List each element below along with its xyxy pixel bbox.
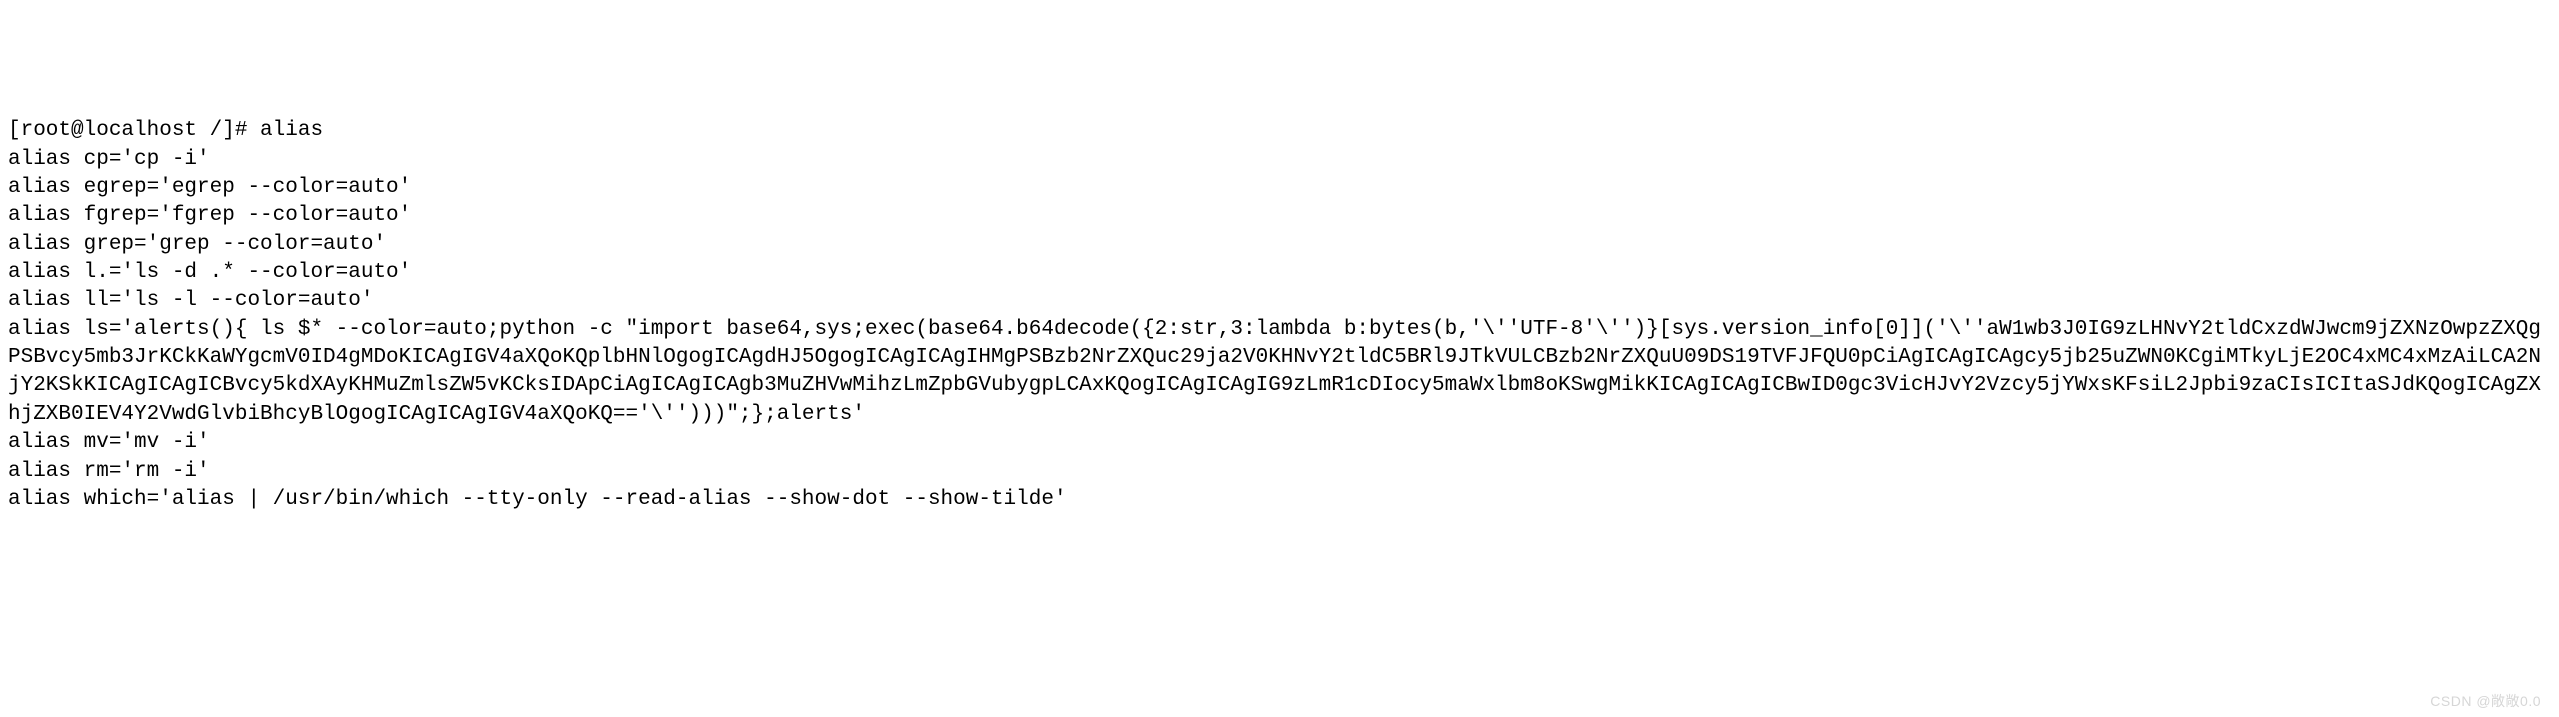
typed-command: alias bbox=[260, 119, 323, 142]
shell-prompt: [root@localhost /]# bbox=[8, 119, 260, 142]
terminal-output: [root@localhost /]# aliasalias cp='cp -i… bbox=[8, 117, 2551, 514]
alias-line: alias which='alias | /usr/bin/which --tt… bbox=[8, 486, 2551, 514]
alias-line: alias fgrep='fgrep --color=auto' bbox=[8, 202, 2551, 230]
watermark-text: CSDN @敞敞0.0 bbox=[2430, 692, 2541, 711]
alias-line: alias l.='ls -d .* --color=auto' bbox=[8, 259, 2551, 287]
alias-line: alias cp='cp -i' bbox=[8, 146, 2551, 174]
alias-line: alias egrep='egrep --color=auto' bbox=[8, 174, 2551, 202]
alias-line: alias mv='mv -i' bbox=[8, 429, 2551, 457]
alias-line: alias grep='grep --color=auto' bbox=[8, 231, 2551, 259]
alias-line: alias ll='ls -l --color=auto' bbox=[8, 287, 2551, 315]
alias-line: alias rm='rm -i' bbox=[8, 458, 2551, 486]
prompt-line: [root@localhost /]# alias bbox=[8, 117, 2551, 145]
alias-line: alias ls='alerts(){ ls $* --color=auto;p… bbox=[8, 316, 2551, 429]
